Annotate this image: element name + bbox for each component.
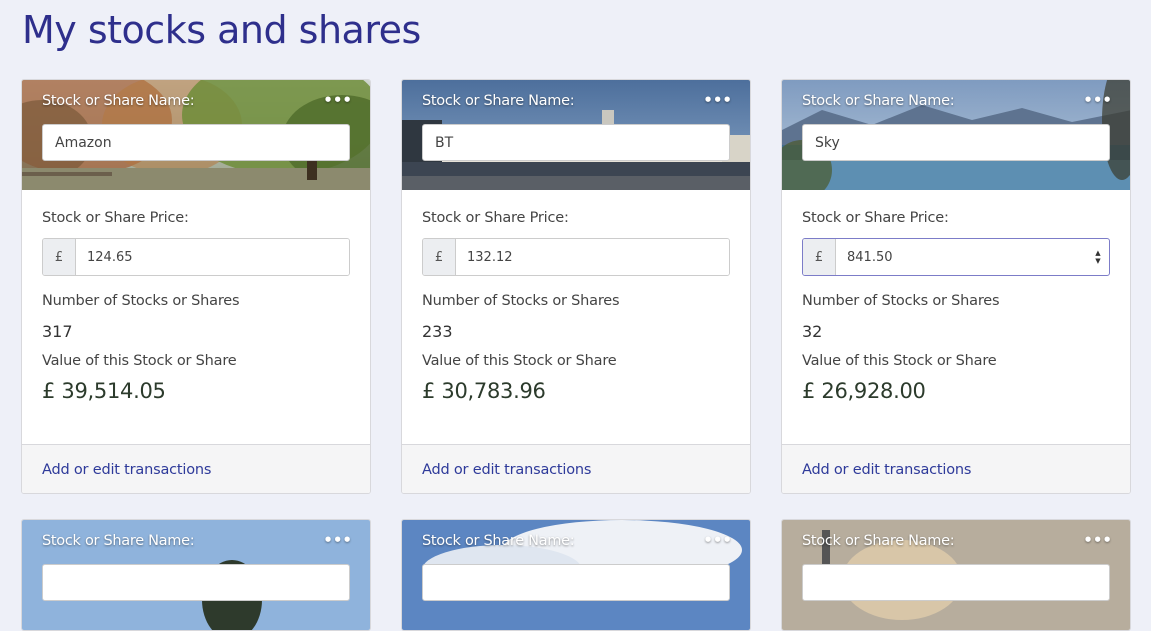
stock-name-input[interactable] bbox=[422, 124, 730, 161]
more-horizontal-icon[interactable]: ••• bbox=[1083, 91, 1112, 109]
stock-card-sky: Stock or Share Name: ••• Stock or Share … bbox=[781, 79, 1131, 494]
share-count-label: Number of Stocks or Shares bbox=[422, 293, 620, 309]
stock-card-5: Stock or Share Name: ••• bbox=[401, 519, 751, 631]
currency-prefix: £ bbox=[43, 239, 76, 275]
card-footer: Add or edit transactions bbox=[22, 444, 370, 493]
stock-value: £ 26,928.00 bbox=[802, 379, 926, 403]
more-horizontal-icon[interactable]: ••• bbox=[323, 531, 352, 549]
stock-name-label: Stock or Share Name: bbox=[422, 93, 575, 109]
card-header: Stock or Share Name: ••• bbox=[22, 80, 370, 190]
stock-name-input[interactable] bbox=[802, 124, 1110, 161]
currency-prefix: £ bbox=[803, 239, 836, 275]
stock-name-input[interactable] bbox=[42, 124, 350, 161]
spin-down-icon[interactable]: ▼ bbox=[1095, 257, 1100, 265]
stock-value-label: Value of this Stock or Share bbox=[802, 353, 997, 369]
share-count-value: 317 bbox=[42, 322, 73, 341]
stock-price-group: £ bbox=[422, 238, 730, 276]
stock-card-6: Stock or Share Name: ••• bbox=[781, 519, 1131, 631]
more-horizontal-icon[interactable]: ••• bbox=[323, 91, 352, 109]
stock-name-label: Stock or Share Name: bbox=[422, 533, 575, 549]
stock-name-input[interactable] bbox=[422, 564, 730, 601]
card-header: Stock or Share Name: ••• bbox=[402, 520, 750, 630]
stock-price-group: £ ▲ ▼ bbox=[802, 238, 1110, 276]
stock-price-label: Stock or Share Price: bbox=[42, 210, 189, 226]
card-header: Stock or Share Name: ••• bbox=[782, 80, 1130, 190]
stock-name-input[interactable] bbox=[802, 564, 1110, 601]
stock-card-bt: Stock or Share Name: ••• Stock or Share … bbox=[401, 79, 751, 494]
stock-price-group: £ bbox=[42, 238, 350, 276]
stock-card-amazon: Stock or Share Name: ••• Stock or Share … bbox=[21, 79, 371, 494]
edit-transactions-link[interactable]: Add or edit transactions bbox=[42, 462, 211, 478]
stock-name-label: Stock or Share Name: bbox=[42, 533, 195, 549]
card-body: Stock or Share Price: £ ▲ ▼ Number of St… bbox=[782, 190, 1130, 444]
stock-price-input[interactable] bbox=[836, 239, 1087, 275]
card-footer: Add or edit transactions bbox=[782, 444, 1130, 493]
more-horizontal-icon[interactable]: ••• bbox=[703, 531, 732, 549]
share-count-value: 233 bbox=[422, 322, 453, 341]
share-count-label: Number of Stocks or Shares bbox=[42, 293, 240, 309]
stock-name-input[interactable] bbox=[42, 564, 350, 601]
edit-transactions-link[interactable]: Add or edit transactions bbox=[422, 462, 591, 478]
page-title: My stocks and shares bbox=[22, 8, 421, 52]
stock-value: £ 39,514.05 bbox=[42, 379, 166, 403]
share-count-label: Number of Stocks or Shares bbox=[802, 293, 1000, 309]
stock-value: £ 30,783.96 bbox=[422, 379, 546, 403]
card-header: Stock or Share Name: ••• bbox=[22, 520, 370, 630]
currency-prefix: £ bbox=[423, 239, 456, 275]
card-body: Stock or Share Price: £ Number of Stocks… bbox=[22, 190, 370, 444]
card-body: Stock or Share Price: £ Number of Stocks… bbox=[402, 190, 750, 444]
number-spinner[interactable]: ▲ ▼ bbox=[1087, 239, 1109, 275]
more-horizontal-icon[interactable]: ••• bbox=[703, 91, 732, 109]
stock-price-label: Stock or Share Price: bbox=[802, 210, 949, 226]
card-header: Stock or Share Name: ••• bbox=[782, 520, 1130, 630]
stock-name-label: Stock or Share Name: bbox=[802, 93, 955, 109]
card-footer: Add or edit transactions bbox=[402, 444, 750, 493]
card-header: Stock or Share Name: ••• bbox=[402, 80, 750, 190]
stock-price-input[interactable] bbox=[456, 239, 729, 275]
stock-price-label: Stock or Share Price: bbox=[422, 210, 569, 226]
spin-up-icon[interactable]: ▲ bbox=[1095, 249, 1100, 257]
stock-name-label: Stock or Share Name: bbox=[42, 93, 195, 109]
edit-transactions-link[interactable]: Add or edit transactions bbox=[802, 462, 971, 478]
stock-name-label: Stock or Share Name: bbox=[802, 533, 955, 549]
stock-value-label: Value of this Stock or Share bbox=[422, 353, 617, 369]
more-horizontal-icon[interactable]: ••• bbox=[1083, 531, 1112, 549]
stock-price-input[interactable] bbox=[76, 239, 349, 275]
share-count-value: 32 bbox=[802, 322, 823, 341]
stock-card-4: Stock or Share Name: ••• bbox=[21, 519, 371, 631]
stock-value-label: Value of this Stock or Share bbox=[42, 353, 237, 369]
